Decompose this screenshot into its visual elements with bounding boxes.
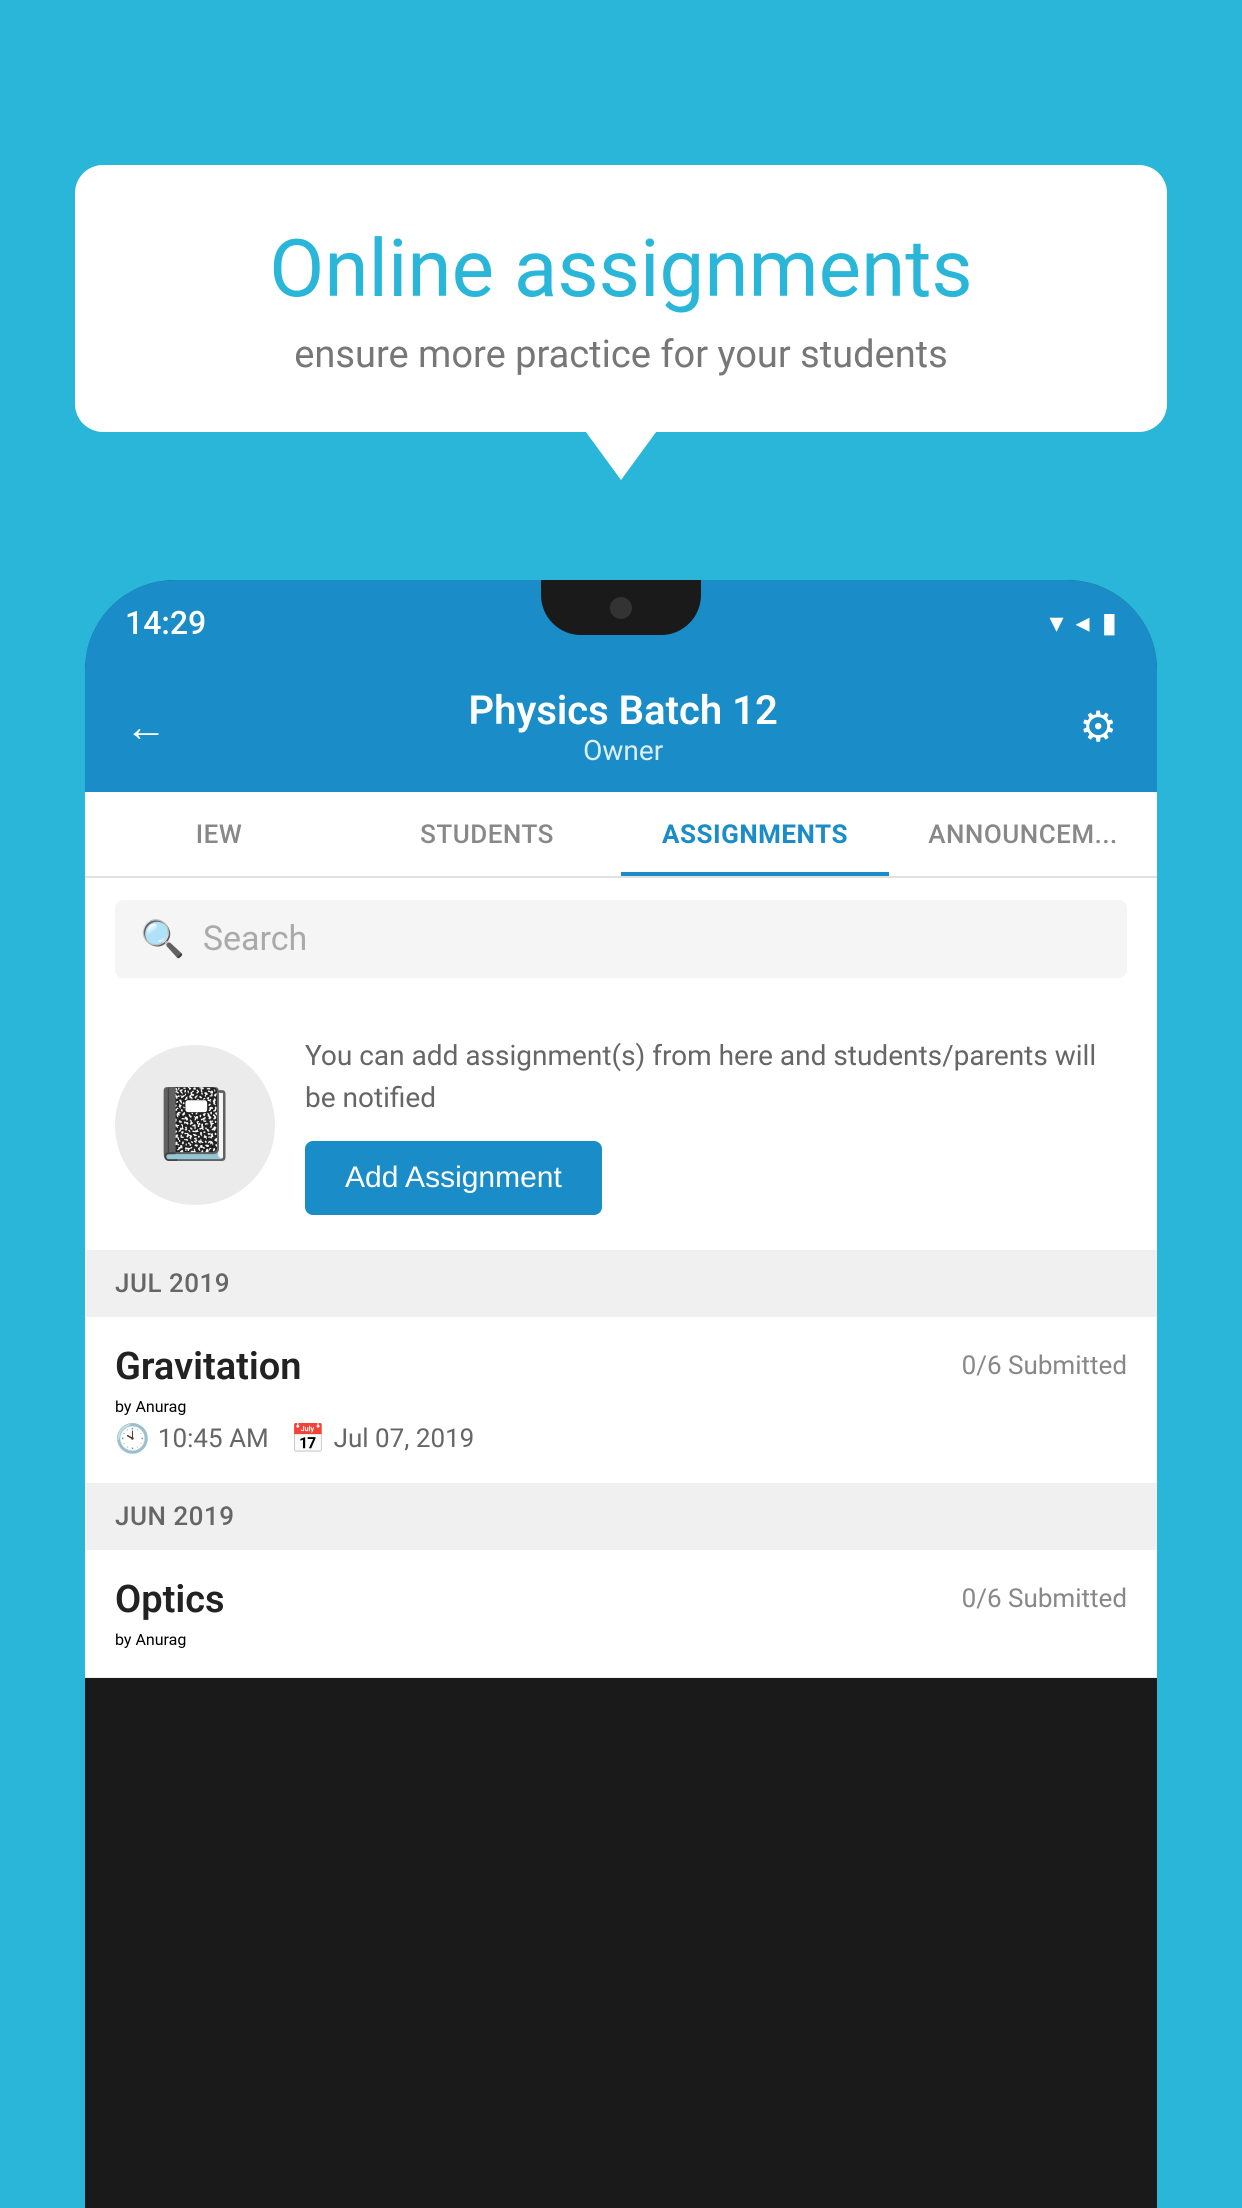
- add-assignment-button[interactable]: Add Assignment: [305, 1141, 602, 1215]
- assignment-by-gravitation: by Anurag: [115, 1397, 1127, 1416]
- camera: [610, 597, 632, 619]
- speech-bubble-subtitle: ensure more practice for your students: [145, 333, 1097, 377]
- search-input[interactable]: Search: [203, 919, 307, 959]
- notebook-icon: 📓: [151, 1084, 238, 1166]
- assignment-name-gravitation: Gravitation: [115, 1345, 302, 1389]
- section-jul-2019: JUL 2019: [85, 1251, 1157, 1317]
- assignment-gravitation[interactable]: Gravitation 0/6 Submitted by Anurag 🕙 10…: [85, 1317, 1157, 1484]
- speech-bubble-title: Online assignments: [145, 225, 1097, 313]
- tab-announcements[interactable]: ANNOUNCEM...: [889, 792, 1157, 876]
- header-title: Physics Batch 12: [469, 687, 778, 734]
- search-bar-container: 🔍 Search: [85, 878, 1157, 1000]
- settings-icon[interactable]: ⚙: [1079, 702, 1117, 752]
- tab-assignments[interactable]: ASSIGNMENTS: [621, 792, 889, 876]
- meta-icons-gravitation: 🕙 10:45 AM 📅 Jul 07, 2019: [115, 1422, 1127, 1455]
- assignment-submitted-optics: 0/6 Submitted: [962, 1584, 1127, 1614]
- time-meta: 🕙 10:45 AM: [115, 1422, 269, 1455]
- wifi-icon: ▾: [1049, 606, 1063, 639]
- date-meta: 📅 Jul 07, 2019: [291, 1422, 475, 1455]
- info-card: 📓 You can add assignment(s) from here an…: [85, 1000, 1157, 1251]
- assignment-top-row-optics: Optics 0/6 Submitted: [115, 1578, 1127, 1622]
- tabs-bar: IEW STUDENTS ASSIGNMENTS ANNOUNCEM...: [85, 792, 1157, 878]
- info-description: You can add assignment(s) from here and …: [305, 1035, 1127, 1119]
- tab-iew[interactable]: IEW: [85, 792, 353, 876]
- search-bar[interactable]: 🔍 Search: [115, 900, 1127, 978]
- status-time: 14:29: [125, 604, 206, 642]
- assignment-top-row: Gravitation 0/6 Submitted: [115, 1345, 1127, 1389]
- status-icons: ▾ ◂ ▮: [1049, 606, 1117, 639]
- info-text-area: You can add assignment(s) from here and …: [305, 1035, 1127, 1215]
- section-jun-2019: JUN 2019: [85, 1484, 1157, 1550]
- tab-students[interactable]: STUDENTS: [353, 792, 621, 876]
- assignment-submitted-gravitation: 0/6 Submitted: [962, 1351, 1127, 1381]
- assignment-date: Jul 07, 2019: [334, 1424, 475, 1454]
- notch: [541, 580, 701, 635]
- speech-bubble: Online assignments ensure more practice …: [75, 165, 1167, 432]
- back-button[interactable]: ←: [125, 703, 167, 752]
- header-center: Physics Batch 12 Owner: [469, 687, 778, 767]
- phone-frame: 14:29 ▾ ◂ ▮ ← Physics Batch 12 Owner ⚙ I…: [85, 580, 1157, 2208]
- search-icon: 🔍: [140, 918, 185, 960]
- battery-icon: ▮: [1102, 606, 1117, 639]
- assignment-by-optics: by Anurag: [115, 1630, 1127, 1649]
- clock-icon: 🕙: [115, 1422, 150, 1455]
- header-subtitle: Owner: [469, 734, 778, 767]
- assignment-name-optics: Optics: [115, 1578, 225, 1622]
- status-bar: 14:29 ▾ ◂ ▮: [85, 580, 1157, 665]
- signal-icon: ◂: [1076, 606, 1090, 639]
- calendar-icon: 📅: [291, 1422, 326, 1455]
- assignment-optics[interactable]: Optics 0/6 Submitted by Anurag: [85, 1550, 1157, 1678]
- assignment-icon-circle: 📓: [115, 1045, 275, 1205]
- app-header: ← Physics Batch 12 Owner ⚙: [85, 665, 1157, 792]
- assignment-time: 10:45 AM: [158, 1424, 269, 1454]
